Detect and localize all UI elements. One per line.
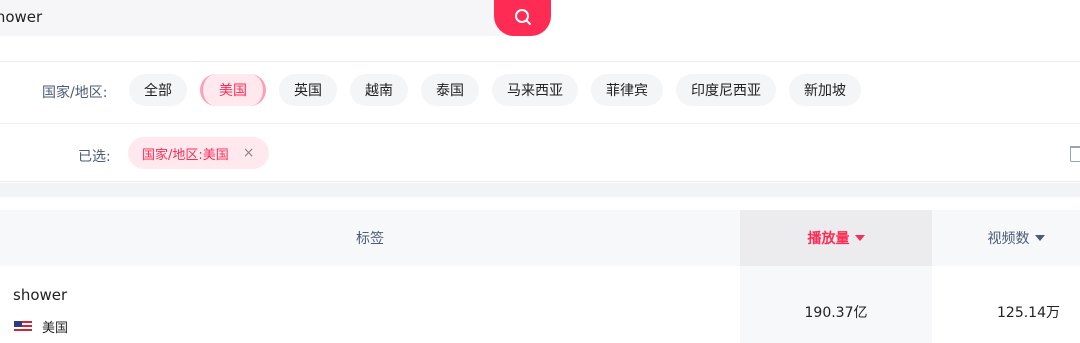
column-header-videos[interactable]: 视频数 [932, 210, 1080, 266]
chip-philippines[interactable]: 菲律宾 [591, 74, 663, 106]
search-icon [514, 9, 531, 25]
selected-filter-chip: 国家/地区:美国 × [128, 137, 269, 169]
tag-name[interactable]: shower [13, 286, 67, 304]
table-row[interactable]: shower 美国 190.37亿 125.14万 [0, 266, 1080, 343]
chip-singapore[interactable]: 新加坡 [789, 74, 861, 106]
column-header-tag-label: 标签 [356, 231, 384, 247]
column-header-views-label: 播放量 [807, 231, 850, 247]
search-input[interactable] [0, 5, 468, 29]
chip-indonesia[interactable]: 印度尼西亚 [676, 74, 776, 106]
selected-filter-text: 国家/地区:美国 [142, 147, 229, 163]
region-chip-list: 全部 美国 英国 越南 泰国 马来西亚 菲律宾 印度尼西亚 新加坡 [129, 74, 861, 106]
column-header-videos-label: 视频数 [987, 231, 1030, 247]
search-bar [0, 0, 1080, 62]
search-button[interactable] [494, 0, 551, 36]
us-flag-icon [14, 320, 32, 333]
chip-all[interactable]: 全部 [129, 74, 187, 106]
table-header: 标签 播放量 视频数 [0, 210, 1080, 266]
views-value: 190.37亿 [804, 305, 868, 321]
chip-uk[interactable]: 英国 [279, 74, 337, 106]
chip-us[interactable]: 美国 [200, 74, 266, 106]
trash-icon[interactable] [1070, 146, 1080, 162]
caret-down-icon [854, 235, 865, 241]
selected-filters-row: 已选: 国家/地区:美国 × [0, 124, 1080, 182]
videos-value: 125.14万 [997, 305, 1060, 321]
caret-down-icon [1034, 235, 1045, 241]
chip-malaysia[interactable]: 马来西亚 [492, 74, 578, 106]
region-filter-label: 国家/地区: [42, 85, 108, 101]
close-icon[interactable]: × [243, 145, 255, 161]
column-header-tag: 标签 [0, 210, 740, 266]
tag-region-label: 美国 [42, 321, 69, 336]
column-header-views[interactable]: 播放量 [740, 210, 932, 266]
search-field [0, 0, 520, 36]
chip-thailand[interactable]: 泰国 [421, 74, 479, 106]
region-filter-row: 国家/地区: 全部 美国 英国 越南 泰国 马来西亚 菲律宾 印度尼西亚 新加坡 [0, 62, 1080, 124]
selected-label: 已选: [78, 149, 111, 165]
section-divider [0, 183, 1080, 197]
tag-region: 美国 [14, 317, 68, 336]
chip-vietnam[interactable]: 越南 [350, 74, 408, 106]
